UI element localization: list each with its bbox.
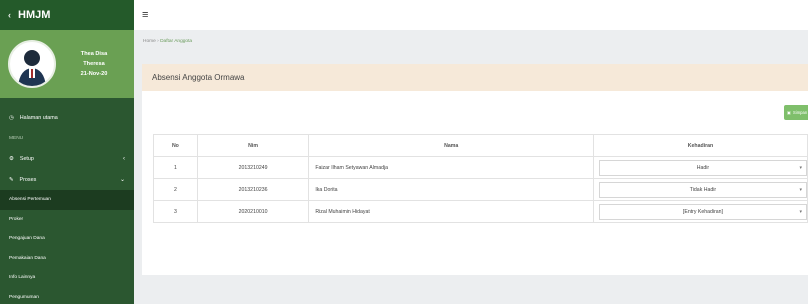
header-nim: Nim [196,134,310,157]
table-row: 3 2020210010 Rizal Muhaimin Hidayat [Ent… [153,200,808,223]
table-row: 1 2013210249 Faizar Ilham Setyawan Almad… [153,156,808,179]
cell-kehadiran: Hadir ▾ [592,156,808,179]
avatar [8,40,56,88]
sidebar: ‹ HMJM Thea Disa Theresa 21-Nov-20 ◷ Hal… [0,0,134,304]
kehadiran-select[interactable]: Tidak Hadir ▾ [598,181,807,198]
chevron-down-icon: ▾ [799,186,802,193]
edit-icon: ✎ [9,176,14,183]
sidebar-item-setup[interactable]: ⚙ Setup ‹ [0,148,134,169]
select-value: Tidak Hadir [689,186,717,193]
topbar: ≡ [134,0,808,30]
panel-title: Absensi Anggota Ormawa [142,64,808,91]
sidebar-item-proses[interactable]: ✎ Proses ⌄ [0,169,134,190]
breadcrumb-separator: › [157,39,159,44]
sidebar-item-home[interactable]: ◷ Halaman utama [0,107,134,128]
cell-nama: Ika Dorita [308,178,594,201]
chevron-left-icon: ‹ [123,155,125,162]
save-button[interactable]: ▣ Simpan [784,105,808,120]
select-value: Hadir [696,164,710,171]
breadcrumb: Home › Daftar Anggota [143,39,192,44]
sliders-icon: ⚙ [9,155,14,162]
sidebar-subitem-proker[interactable]: Proker [0,210,134,230]
breadcrumb-home[interactable]: Home [143,39,156,44]
user-photo-icon [18,50,46,86]
save-icon: ▣ [787,110,791,115]
sidebar-subitem-pengajuan-dana[interactable]: Pengajuan Dana [0,229,134,249]
chevron-down-icon: ⌄ [119,177,125,183]
sidebar-subitem-info-lainnya[interactable]: Info Lainnya [0,268,134,288]
sidebar-item-label: Setup [19,155,34,162]
cell-nama: Rizal Muhaimin Hidayat [308,200,594,223]
collapse-caret-icon[interactable]: ‹ [8,10,11,20]
clock-icon: ◷ [9,114,14,121]
header-nama: Nama [308,134,594,157]
cell-nim: 2020210010 [196,200,310,223]
save-button-label: Simpan [792,110,808,115]
profile-date: 21-Nov-20 [80,71,108,77]
cell-kehadiran: Tidak Hadir ▾ [592,178,808,201]
table-header-row: No Nim Nama Kehadiran [153,134,808,157]
header-no: No [153,134,198,157]
profile-name: Thea Disa [80,51,108,57]
chevron-down-icon: ▾ [799,208,802,215]
cell-nama: Faizar Ilham Setyawan Almadja [308,156,594,179]
profile-info: Thea Disa Theresa 21-Nov-20 [66,49,122,79]
sidebar-subitem-absensi[interactable]: Absensi Pertemuan [0,190,134,210]
kehadiran-select[interactable]: Hadir ▾ [598,159,807,176]
cell-no: 3 [153,200,198,223]
brand-bar: ‹ HMJM [0,0,134,30]
sidebar-menu-header: MENU [9,135,24,141]
select-value: [Entry Kehadiran] [682,208,724,215]
header-kehadiran: Kehadiran [592,134,808,157]
cell-nim: 2013210236 [196,178,310,201]
menu-toggle-icon[interactable]: ≡ [142,9,148,21]
table-row: 2 2013210236 Ika Dorita Tidak Hadir ▾ [153,178,808,201]
breadcrumb-current: Daftar Anggota [160,39,193,44]
profile-panel: Thea Disa Theresa 21-Nov-20 [0,30,134,98]
cell-nim: 2013210249 [196,156,310,179]
sidebar-subitem-pengumuman[interactable]: Pengumuman [0,288,134,304]
profile-subtitle: Theresa [83,61,105,67]
cell-no: 2 [153,178,198,201]
kehadiran-select[interactable]: [Entry Kehadiran] ▾ [598,203,807,220]
sidebar-subitem-pemakaian-dana[interactable]: Pemakaian Dana [0,249,134,269]
attendance-panel: Absensi Anggota Ormawa ▣ Simpan No Nim N… [142,64,808,275]
sidebar-item-label: Proses [19,176,37,183]
cell-no: 1 [153,156,198,179]
attendance-table: No Nim Nama Kehadiran 1 2013210249 Faiza… [153,134,808,223]
sidebar-item-label: Halaman utama [19,114,58,121]
brand-title: HMJM [18,9,51,21]
cell-kehadiran: [Entry Kehadiran] ▾ [592,200,808,223]
chevron-down-icon: ▾ [799,164,802,171]
